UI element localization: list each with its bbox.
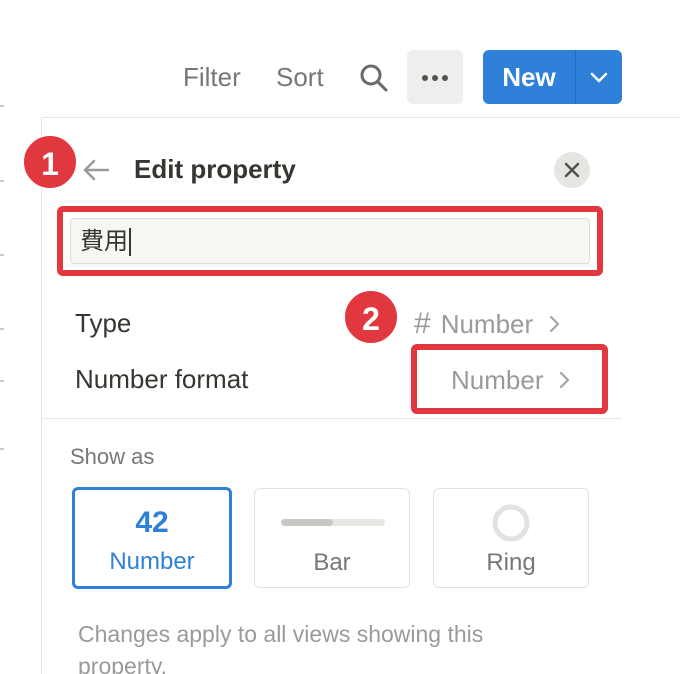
search-icon[interactable] xyxy=(358,62,390,94)
number-format-label: Number format xyxy=(75,364,249,394)
show-as-label: Show as xyxy=(70,444,155,469)
new-dropdown-button[interactable] xyxy=(576,50,622,104)
hash-icon: # xyxy=(414,307,431,340)
ring-preview-icon xyxy=(492,504,530,542)
more-options-button[interactable] xyxy=(407,50,463,104)
option-label: Number xyxy=(109,548,195,575)
new-button[interactable]: New xyxy=(483,50,575,104)
close-icon xyxy=(564,162,580,178)
database-toolbar: Filter Sort New xyxy=(0,48,680,104)
type-selector[interactable]: # Number xyxy=(414,306,565,342)
section-divider xyxy=(42,418,622,419)
close-button[interactable] xyxy=(554,152,590,188)
annotation-badge-1: 1 xyxy=(22,134,78,190)
annotation-highlight-number-format xyxy=(411,344,608,414)
bar-preview-fill xyxy=(281,519,333,526)
back-button[interactable] xyxy=(82,158,110,182)
option-label: Ring xyxy=(486,549,536,576)
show-as-bar-option[interactable]: Bar xyxy=(254,488,410,588)
footnote-text: Changes apply to all views showing this … xyxy=(78,621,484,674)
sort-button[interactable]: Sort xyxy=(276,62,324,93)
more-horizontal-icon xyxy=(422,75,428,81)
new-button-group: New xyxy=(483,50,622,104)
type-label: Type xyxy=(75,308,132,338)
type-value: Number xyxy=(440,308,534,339)
filter-button[interactable]: Filter xyxy=(183,62,241,93)
panel-title: Edit property xyxy=(134,154,296,184)
annotation-highlight-name xyxy=(57,206,603,276)
annotation-badge-2: 2 xyxy=(343,289,399,345)
arrow-left-icon xyxy=(83,159,110,181)
show-as-number-option[interactable]: 42 Number xyxy=(72,487,232,589)
chevron-down-icon xyxy=(590,72,608,83)
show-as-ring-option[interactable]: Ring xyxy=(433,488,589,588)
bar-preview-icon xyxy=(281,519,385,526)
option-label: Bar xyxy=(313,549,351,576)
number-preview: 42 xyxy=(135,506,169,539)
chevron-right-icon xyxy=(550,315,560,333)
